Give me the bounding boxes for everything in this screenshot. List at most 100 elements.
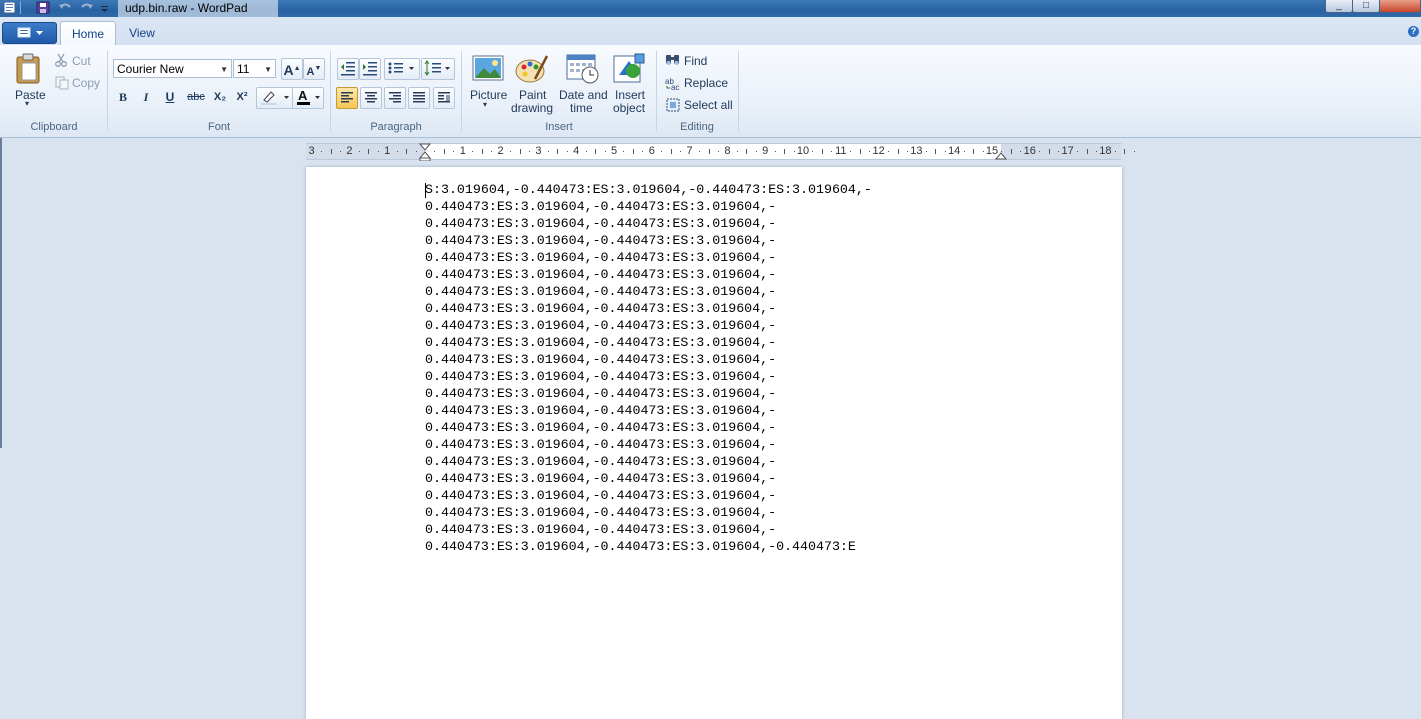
increase-indent-button[interactable] bbox=[359, 58, 381, 80]
align-left-button[interactable] bbox=[336, 87, 358, 109]
document-line[interactable]: 0.440473:ES:3.019604,-0.440473:ES:3.0196… bbox=[425, 436, 872, 453]
ruler-tick bbox=[406, 149, 408, 154]
paragraph-settings-button[interactable] bbox=[433, 87, 455, 109]
document-line[interactable]: 0.440473:ES:3.019604,-0.440473:ES:3.0196… bbox=[425, 334, 872, 351]
increase-indent-icon bbox=[363, 62, 377, 76]
paragraph-icon bbox=[438, 92, 450, 103]
document-line[interactable]: 0.440473:ES:3.019604,-0.440473:ES:3.0196… bbox=[425, 198, 872, 215]
close-button[interactable] bbox=[1379, 0, 1421, 13]
replace-label[interactable]: Replace bbox=[684, 76, 728, 90]
decrease-indent-button[interactable] bbox=[337, 58, 359, 80]
document-line[interactable]: 0.440473:ES:3.019604,-0.440473:ES:3.0196… bbox=[425, 385, 872, 402]
bullet-list-icon bbox=[388, 62, 414, 74]
customize-toolbar-icon[interactable] bbox=[100, 1, 114, 14]
group-separator bbox=[107, 51, 108, 131]
document-line[interactable]: 0.440473:ES:3.019604,-0.440473:ES:3.0196… bbox=[425, 368, 872, 385]
document-line[interactable]: 0.440473:ES:3.019604,-0.440473:ES:3.0196… bbox=[425, 487, 872, 504]
font-size-value: 11 bbox=[237, 62, 250, 76]
document-page[interactable]: S:3.019604,-0.440473:ES:3.019604,-0.4404… bbox=[306, 167, 1122, 719]
paint-label-line1[interactable]: Paint bbox=[519, 88, 546, 102]
ruler-left-margin bbox=[306, 144, 425, 159]
document-line[interactable]: 0.440473:ES:3.019604,-0.440473:ES:3.0196… bbox=[425, 232, 872, 249]
document-line[interactable]: 0.440473:ES:3.019604,-0.440473:ES:3.0196… bbox=[425, 453, 872, 470]
picture-dropdown-icon[interactable]: ▾ bbox=[483, 100, 487, 109]
picture-icon[interactable] bbox=[472, 54, 504, 87]
ruler-dot bbox=[944, 151, 946, 152]
document-line[interactable]: 0.440473:ES:3.019604,-0.440473:ES:3.0196… bbox=[425, 419, 872, 436]
date-label-line1[interactable]: Date and bbox=[559, 88, 608, 102]
highlight-color-button[interactable] bbox=[256, 87, 294, 109]
ruler-dot bbox=[321, 151, 323, 152]
bullet-list-button[interactable] bbox=[384, 58, 420, 80]
ruler-number: 12 bbox=[872, 145, 885, 157]
highlighter-icon bbox=[261, 91, 289, 105]
help-icon[interactable]: ? bbox=[1408, 26, 1419, 37]
document-line[interactable]: 0.440473:ES:3.019604,-0.440473:ES:3.0196… bbox=[425, 266, 872, 283]
paste-label[interactable]: Paste bbox=[15, 88, 46, 102]
window-title: udp.bin.raw - WordPad bbox=[125, 1, 248, 15]
paint-label-line2[interactable]: drawing bbox=[511, 101, 553, 115]
document-line[interactable]: 0.440473:ES:3.019604,-0.440473:ES:3.0196… bbox=[425, 215, 872, 232]
find-label[interactable]: Find bbox=[684, 54, 707, 68]
object-label-line2[interactable]: object bbox=[613, 101, 645, 115]
select-all-label[interactable]: Select all bbox=[684, 98, 733, 112]
date-time-icon[interactable] bbox=[566, 53, 600, 88]
underline-button[interactable]: U bbox=[160, 87, 180, 107]
superscript-button[interactable]: X² bbox=[232, 87, 252, 107]
object-label-line1[interactable]: Insert bbox=[615, 88, 645, 102]
date-label-line2[interactable]: time bbox=[570, 101, 593, 115]
italic-button[interactable]: I bbox=[136, 87, 156, 107]
ruler-number: 10 bbox=[796, 145, 810, 157]
ruler[interactable]: 3 2 1 1 2 3 4 5 6 7 8 9 10 11 12 13 14 15 16 17 18 bbox=[306, 143, 1135, 161]
picture-label[interactable]: Picture bbox=[470, 88, 507, 102]
paint-drawing-icon[interactable] bbox=[515, 53, 549, 88]
document-line[interactable]: 0.440473:ES:3.019604,-0.440473:ES:3.0196… bbox=[425, 470, 872, 487]
font-family-combo[interactable]: Courier New ▼ bbox=[113, 59, 232, 78]
indent-marker-icon[interactable] bbox=[419, 143, 431, 161]
align-left-icon bbox=[341, 92, 353, 103]
subscript-button[interactable]: X₂ bbox=[210, 87, 230, 107]
paste-dropdown-icon[interactable]: ▾ bbox=[25, 99, 29, 108]
redo-icon[interactable] bbox=[80, 1, 94, 14]
document-line[interactable]: 0.440473:ES:3.019604,-0.440473:ES:3.0196… bbox=[425, 300, 872, 317]
document-text[interactable]: S:3.019604,-0.440473:ES:3.019604,-0.4404… bbox=[425, 181, 872, 555]
document-line[interactable]: 0.440473:ES:3.019604,-0.440473:ES:3.0196… bbox=[425, 402, 872, 419]
ruler-number: 7 bbox=[686, 145, 693, 157]
document-line[interactable]: S:3.019604,-0.440473:ES:3.019604,-0.4404… bbox=[425, 181, 872, 198]
document-line[interactable]: 0.440473:ES:3.019604,-0.440473:ES:3.0196… bbox=[425, 504, 872, 521]
minimize-button[interactable]: _ bbox=[1325, 0, 1353, 13]
shrink-font-button[interactable]: A▼ bbox=[303, 58, 325, 80]
align-right-button[interactable] bbox=[384, 87, 406, 109]
ruler-tick bbox=[1086, 149, 1088, 154]
document-line[interactable]: 0.440473:ES:3.019604,-0.440473:ES:3.0196… bbox=[425, 317, 872, 334]
undo-icon[interactable] bbox=[58, 1, 72, 14]
maximize-button[interactable]: □ bbox=[1352, 0, 1380, 13]
font-color-button[interactable]: A bbox=[292, 87, 324, 109]
document-line[interactable]: 0.440473:ES:3.019604,-0.440473:ES:3.0196… bbox=[425, 351, 872, 368]
document-line[interactable]: 0.440473:ES:3.019604,-0.440473:ES:3.0196… bbox=[425, 283, 872, 300]
document-line[interactable]: 0.440473:ES:3.019604,-0.440473:ES:3.0196… bbox=[425, 538, 872, 555]
tab-view[interactable]: View bbox=[118, 21, 166, 45]
justify-button[interactable] bbox=[408, 87, 430, 109]
line-spacing-button[interactable] bbox=[421, 58, 455, 80]
replace-icon: ab ac bbox=[665, 76, 681, 93]
ruler-tick bbox=[708, 149, 710, 154]
strikethrough-button[interactable]: abc bbox=[184, 87, 208, 107]
ruler-dot bbox=[1001, 151, 1003, 152]
bold-button[interactable]: B bbox=[113, 87, 133, 107]
tab-home[interactable]: Home bbox=[60, 21, 116, 46]
cut-label[interactable]: Cut bbox=[72, 54, 91, 68]
font-size-combo[interactable]: 11 ▼ bbox=[233, 59, 276, 78]
align-center-button[interactable] bbox=[360, 87, 382, 109]
ruler-dot bbox=[793, 151, 795, 152]
insert-object-icon[interactable] bbox=[613, 53, 645, 88]
grow-font-button[interactable]: A▲ bbox=[281, 58, 303, 80]
application-menu-button[interactable] bbox=[2, 22, 57, 44]
save-icon[interactable] bbox=[36, 1, 50, 14]
copy-label[interactable]: Copy bbox=[72, 76, 100, 90]
wordpad-app-icon[interactable] bbox=[3, 1, 17, 14]
ruler-dot bbox=[982, 151, 984, 152]
document-line[interactable]: 0.440473:ES:3.019604,-0.440473:ES:3.0196… bbox=[425, 521, 872, 538]
paste-icon[interactable] bbox=[15, 53, 43, 88]
document-line[interactable]: 0.440473:ES:3.019604,-0.440473:ES:3.0196… bbox=[425, 249, 872, 266]
